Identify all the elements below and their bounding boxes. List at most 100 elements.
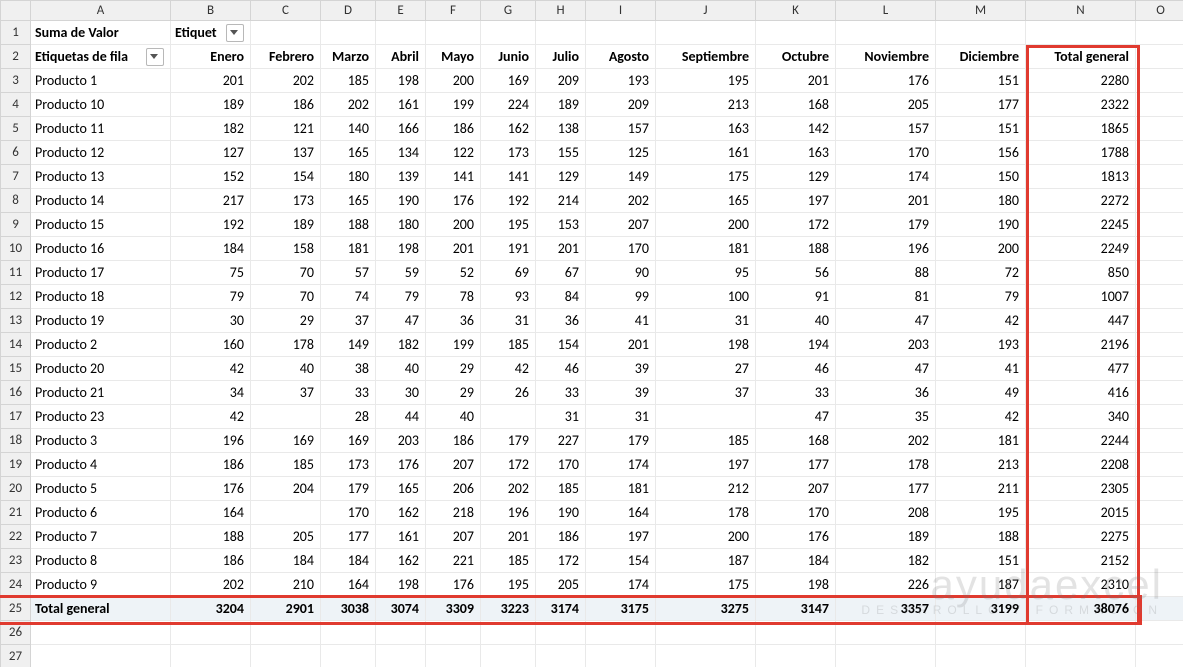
data-cell[interactable]: 88	[836, 261, 936, 285]
data-cell[interactable]: 162	[376, 501, 426, 525]
data-cell[interactable]: 52	[426, 261, 481, 285]
column-total[interactable]: 3204	[171, 597, 251, 621]
data-cell[interactable]: 202	[586, 189, 656, 213]
column-header-O[interactable]: O	[1136, 1, 1183, 21]
data-cell[interactable]: 196	[836, 237, 936, 261]
row-header-1[interactable]: 1	[1, 21, 31, 45]
data-cell[interactable]: 141	[481, 165, 536, 189]
data-cell[interactable]: 198	[376, 69, 426, 93]
row-header-6[interactable]: 6	[1, 141, 31, 165]
data-cell[interactable]: 46	[756, 357, 836, 381]
row-total[interactable]: 2305	[1026, 477, 1136, 501]
data-cell[interactable]: 195	[481, 213, 536, 237]
data-cell[interactable]: 156	[936, 141, 1026, 165]
row-header-17[interactable]: 17	[1, 405, 31, 429]
row-total[interactable]: 2272	[1026, 189, 1136, 213]
row-header-19[interactable]: 19	[1, 453, 31, 477]
data-cell[interactable]: 36	[836, 381, 936, 405]
data-cell[interactable]: 172	[536, 549, 586, 573]
data-cell[interactable]: 201	[836, 189, 936, 213]
row-total[interactable]: 2208	[1026, 453, 1136, 477]
data-cell[interactable]: 59	[376, 261, 426, 285]
data-cell[interactable]: 186	[536, 525, 586, 549]
data-cell[interactable]	[481, 405, 536, 429]
data-cell[interactable]: 69	[481, 261, 536, 285]
data-cell[interactable]: 170	[321, 501, 376, 525]
data-cell[interactable]: 176	[426, 189, 481, 213]
column-total[interactable]: 3038	[321, 597, 376, 621]
row-total[interactable]: 1865	[1026, 117, 1136, 141]
data-cell[interactable]: 121	[251, 117, 321, 141]
data-cell[interactable]: 178	[656, 501, 756, 525]
data-cell[interactable]: 154	[251, 165, 321, 189]
data-cell[interactable]: 182	[171, 117, 251, 141]
data-cell[interactable]: 37	[321, 309, 376, 333]
product-name[interactable]: Producto 3	[31, 429, 171, 453]
data-cell[interactable]: 155	[536, 141, 586, 165]
column-header-G[interactable]: G	[481, 1, 536, 21]
data-cell[interactable]: 40	[376, 357, 426, 381]
data-cell[interactable]: 37	[251, 381, 321, 405]
data-cell[interactable]: 186	[426, 117, 481, 141]
data-cell[interactable]: 205	[251, 525, 321, 549]
data-cell[interactable]: 57	[321, 261, 376, 285]
data-cell[interactable]: 206	[426, 477, 481, 501]
data-cell[interactable]: 42	[481, 357, 536, 381]
column-total[interactable]: 3147	[756, 597, 836, 621]
data-cell[interactable]: 201	[536, 237, 586, 261]
row-total[interactable]: 477	[1026, 357, 1136, 381]
data-cell[interactable]: 227	[536, 429, 586, 453]
data-cell[interactable]: 79	[936, 285, 1026, 309]
data-cell[interactable]: 70	[251, 261, 321, 285]
data-cell[interactable]: 218	[426, 501, 481, 525]
data-cell[interactable]: 72	[936, 261, 1026, 285]
data-cell[interactable]: 35	[836, 405, 936, 429]
product-name[interactable]: Producto 6	[31, 501, 171, 525]
data-cell[interactable]: 154	[586, 549, 656, 573]
data-cell[interactable]: 158	[251, 237, 321, 261]
data-cell[interactable]: 177	[756, 453, 836, 477]
data-cell[interactable]	[656, 405, 756, 429]
data-cell[interactable]: 30	[171, 309, 251, 333]
column-total[interactable]: 3074	[376, 597, 426, 621]
row-header-15[interactable]: 15	[1, 357, 31, 381]
data-cell[interactable]: 42	[936, 405, 1026, 429]
pivot-rows-field-dropdown-icon[interactable]	[146, 48, 164, 66]
row-total[interactable]: 2322	[1026, 93, 1136, 117]
data-cell[interactable]: 41	[586, 309, 656, 333]
row-header-11[interactable]: 11	[1, 261, 31, 285]
data-cell[interactable]: 100	[656, 285, 756, 309]
column-total[interactable]: 3357	[836, 597, 936, 621]
data-cell[interactable]: 30	[376, 381, 426, 405]
data-cell[interactable]: 211	[936, 477, 1026, 501]
data-cell[interactable]: 187	[936, 573, 1026, 597]
data-cell[interactable]: 46	[536, 357, 586, 381]
data-cell[interactable]: 157	[586, 117, 656, 141]
data-cell[interactable]: 185	[481, 333, 536, 357]
data-cell[interactable]: 195	[936, 501, 1026, 525]
column-header-K[interactable]: K	[756, 1, 836, 21]
data-cell[interactable]: 175	[656, 165, 756, 189]
data-cell[interactable]: 151	[936, 549, 1026, 573]
product-name[interactable]: Producto 16	[31, 237, 171, 261]
product-name[interactable]: Producto 13	[31, 165, 171, 189]
row-total[interactable]: 2280	[1026, 69, 1136, 93]
data-cell[interactable]: 188	[321, 213, 376, 237]
month-header-Septiembre[interactable]: Septiembre	[656, 45, 756, 69]
data-cell[interactable]: 81	[836, 285, 936, 309]
data-cell[interactable]: 165	[321, 141, 376, 165]
data-cell[interactable]: 188	[171, 525, 251, 549]
data-cell[interactable]: 149	[321, 333, 376, 357]
data-cell[interactable]: 212	[656, 477, 756, 501]
month-header-Junio[interactable]: Junio	[481, 45, 536, 69]
data-cell[interactable]: 161	[376, 525, 426, 549]
data-cell[interactable]: 47	[836, 309, 936, 333]
data-cell[interactable]: 195	[656, 69, 756, 93]
data-cell[interactable]: 192	[481, 189, 536, 213]
row-header-5[interactable]: 5	[1, 117, 31, 141]
row-total[interactable]: 2249	[1026, 237, 1136, 261]
data-cell[interactable]: 41	[936, 357, 1026, 381]
data-cell[interactable]: 90	[586, 261, 656, 285]
column-header-H[interactable]: H	[536, 1, 586, 21]
month-header-Marzo[interactable]: Marzo	[321, 45, 376, 69]
